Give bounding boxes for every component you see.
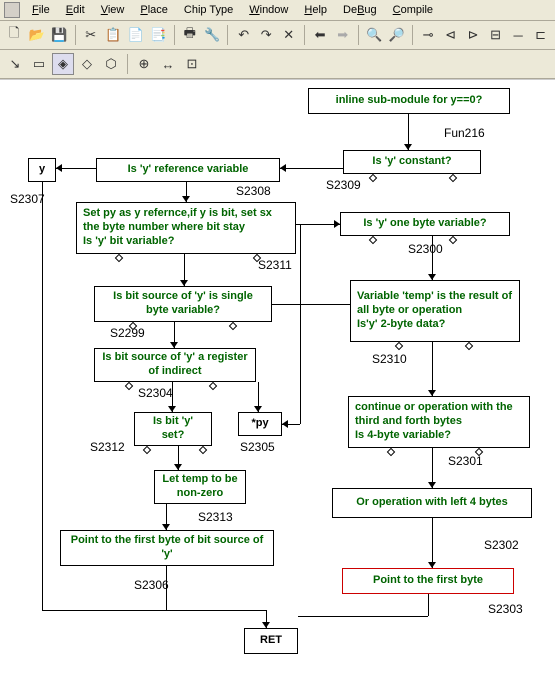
node-cont[interactable]: continue or operation with the third and… <box>348 396 530 448</box>
menu-debug[interactable]: DeBug <box>335 2 385 18</box>
menu-window[interactable]: Window <box>241 2 296 18</box>
label-s2302: S2302 <box>484 538 519 552</box>
shape3-button[interactable]: ◈ <box>52 53 74 75</box>
fwd-button[interactable]: ➡ <box>332 24 353 46</box>
shape8-button[interactable]: ⊡ <box>181 53 203 75</box>
copy-button[interactable]: 📋 <box>103 24 124 46</box>
app-icon <box>4 2 20 18</box>
open-button[interactable]: 📂 <box>27 24 48 46</box>
label-s2300: S2300 <box>408 242 443 256</box>
new-button[interactable]: 🗋 <box>4 24 25 46</box>
node-ret[interactable]: RET <box>244 628 298 654</box>
shape7-button[interactable]: ↔ <box>157 53 179 75</box>
anchor5-button[interactable]: ─ <box>508 24 529 46</box>
cut-button[interactable]: ✂ <box>80 24 101 46</box>
menu-bar: File Edit View Place Chip Type Window He… <box>0 0 555 21</box>
save-button[interactable]: 💾 <box>49 24 70 46</box>
paste-button[interactable]: 📄 <box>126 24 147 46</box>
label-s2305: S2305 <box>240 440 275 454</box>
menu-file[interactable]: File <box>24 2 58 18</box>
node-y[interactable]: y <box>28 158 56 182</box>
node-temp[interactable]: Variable 'temp' is the result of all byt… <box>350 280 520 342</box>
node-bitset[interactable]: Is bit 'y' set? <box>134 412 212 446</box>
redo-button[interactable]: ↷ <box>256 24 277 46</box>
label-s2313: S2313 <box>198 510 233 524</box>
label-s2310: S2310 <box>372 352 407 366</box>
menu-place[interactable]: Place <box>132 2 176 18</box>
node-inline[interactable]: inline sub-module for y==0? <box>308 88 510 114</box>
label-s2301: S2301 <box>448 454 483 468</box>
menu-edit[interactable]: Edit <box>58 2 93 18</box>
label-fun216: Fun216 <box>444 126 485 140</box>
menu-compile[interactable]: Compile <box>385 2 441 18</box>
shape4-button[interactable]: ◇ <box>76 53 98 75</box>
zoomout-button[interactable]: 🔎 <box>386 24 407 46</box>
label-s2306: S2306 <box>134 578 169 592</box>
zoomin-button[interactable]: 🔍 <box>364 24 385 46</box>
label-s2299: S2299 <box>110 326 145 340</box>
paste2-button[interactable]: 📑 <box>148 24 169 46</box>
toolbar-2: ↘ ▭ ◈ ◇ ⬡ ⊕ ↔ ⊡ <box>0 50 555 79</box>
shape5-button[interactable]: ⬡ <box>100 53 122 75</box>
label-s2307: S2307 <box>10 192 45 206</box>
anchor1-button[interactable]: ⊸ <box>418 24 439 46</box>
menu-chiptype[interactable]: Chip Type <box>176 2 241 18</box>
back-button[interactable]: ⬅ <box>310 24 331 46</box>
node-py[interactable]: *py <box>238 412 282 436</box>
node-isconst[interactable]: Is 'y' constant? <box>343 150 481 174</box>
shape1-button[interactable]: ↘ <box>4 53 26 75</box>
label-s2311: S2311 <box>258 258 292 272</box>
anchor4-button[interactable]: ⊟ <box>485 24 506 46</box>
node-setpy[interactable]: Set py as y refernce,if y is bit, set sx… <box>76 202 296 254</box>
menu-help[interactable]: Help <box>296 2 335 18</box>
undo-button[interactable]: ↶ <box>233 24 254 46</box>
tool-button[interactable]: 🔧 <box>202 24 223 46</box>
node-ptrbit[interactable]: Point to the first byte of bit source of… <box>60 530 274 566</box>
node-orop[interactable]: Or operation with left 4 bytes <box>332 488 532 518</box>
menu-view[interactable]: View <box>93 2 133 18</box>
label-s2304: S2304 <box>138 386 173 400</box>
anchor6-button[interactable]: ⊏ <box>530 24 551 46</box>
label-s2309: S2309 <box>326 178 361 192</box>
print-button[interactable]: 🖶 <box>179 24 200 46</box>
node-bitsrc[interactable]: Is bit source of 'y' is single byte vari… <box>94 286 272 322</box>
delete-button[interactable]: ✕ <box>278 24 299 46</box>
anchor2-button[interactable]: ⊲ <box>440 24 461 46</box>
node-ptrfirst[interactable]: Point to the first byte <box>342 568 514 594</box>
label-s2303: S2303 <box>488 602 523 616</box>
shape2-button[interactable]: ▭ <box>28 53 50 75</box>
label-s2312: S2312 <box>90 440 125 454</box>
node-lettemp[interactable]: Let temp to be non-zero <box>154 470 246 504</box>
flowchart-canvas[interactable]: inline sub-module for y==0? Is 'y' const… <box>0 79 555 684</box>
anchor3-button[interactable]: ⊳ <box>463 24 484 46</box>
label-s2308: S2308 <box>236 184 271 198</box>
node-isone[interactable]: Is 'y' one byte variable? <box>340 212 510 236</box>
shape6-button[interactable]: ⊕ <box>133 53 155 75</box>
node-isref[interactable]: Is 'y' reference variable <box>96 158 280 182</box>
toolbar-1: 🗋 📂 💾 ✂ 📋 📄 📑 🖶 🔧 ↶ ↷ ✕ ⬅ ➡ 🔍 🔎 ⊸ ⊲ ⊳ ⊟ … <box>0 21 555 50</box>
node-reg[interactable]: Is bit source of 'y' a register of indir… <box>94 348 256 382</box>
